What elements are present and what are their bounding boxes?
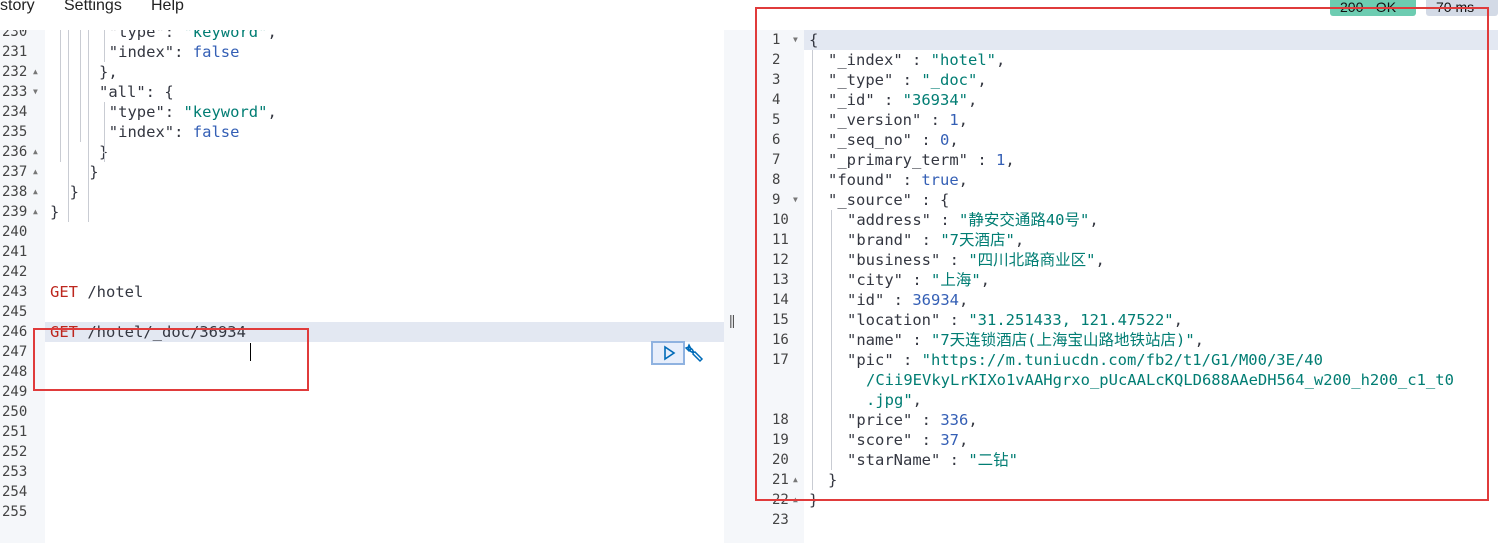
fold-up-icon[interactable]: ▲ bbox=[33, 142, 38, 162]
code-token: , bbox=[267, 103, 277, 121]
fold-up-icon[interactable]: ▲ bbox=[33, 202, 38, 222]
line-number: 242 bbox=[2, 264, 28, 280]
run-request-button[interactable] bbox=[651, 341, 685, 365]
line-number: 233 bbox=[2, 84, 28, 100]
resize-grip-icon: || bbox=[729, 312, 735, 328]
fold-up-icon[interactable]: ▲ bbox=[33, 162, 38, 182]
code-line: "type": "keyword", bbox=[109, 102, 277, 122]
indent-guide bbox=[80, 30, 81, 142]
line-number: 231 bbox=[2, 44, 28, 60]
code-token: "keyword" bbox=[183, 30, 268, 41]
code-line: } bbox=[89, 162, 98, 182]
line-number: 250 bbox=[2, 404, 28, 420]
code-token: : bbox=[164, 30, 184, 41]
line-number: 234 bbox=[2, 104, 28, 120]
code-token: } bbox=[89, 163, 99, 181]
indent-guide bbox=[88, 30, 89, 222]
menu-settings[interactable]: Settings bbox=[64, 0, 122, 15]
request-options-button[interactable] bbox=[683, 341, 707, 365]
code-line: } bbox=[50, 202, 59, 222]
code-token: }, bbox=[99, 63, 118, 81]
highlight-box-request bbox=[33, 328, 309, 391]
code-line: GET /hotel bbox=[50, 282, 143, 302]
fold-up-icon[interactable]: ▲ bbox=[33, 182, 38, 202]
line-number: 239 bbox=[2, 204, 28, 220]
line-number: 246 bbox=[2, 324, 28, 340]
line-number: 254 bbox=[2, 484, 28, 500]
line-number: 251 bbox=[2, 424, 28, 440]
code-line: } bbox=[70, 182, 79, 202]
line-number: 245 bbox=[2, 304, 28, 320]
code-token: "type" bbox=[108, 30, 165, 41]
code-token: false bbox=[192, 123, 240, 141]
indent-guide bbox=[68, 30, 69, 222]
code-line: "all": { bbox=[99, 82, 174, 102]
code-token: : { bbox=[145, 83, 174, 101]
pane-resize-handle[interactable]: || bbox=[724, 30, 742, 543]
line-number: 252 bbox=[2, 444, 28, 460]
line-number: 230 bbox=[2, 30, 28, 40]
code-line: "index": false bbox=[109, 122, 240, 142]
code-token: "type" bbox=[108, 103, 165, 121]
code-token: /hotel bbox=[78, 283, 144, 301]
code-token: "all" bbox=[99, 83, 146, 101]
line-number: 255 bbox=[2, 504, 28, 520]
menu-help[interactable]: Help bbox=[151, 0, 184, 15]
code-token: } bbox=[50, 203, 60, 221]
line-number: 238 bbox=[2, 184, 28, 200]
line-number: 247 bbox=[2, 344, 28, 360]
line-number: 23 bbox=[772, 512, 789, 528]
line-number: 235 bbox=[2, 124, 28, 140]
code-token: : bbox=[174, 123, 193, 141]
wrench-icon bbox=[684, 343, 704, 363]
code-token: false bbox=[192, 43, 240, 61]
line-number: 249 bbox=[2, 384, 28, 400]
code-token: , bbox=[267, 30, 277, 41]
line-number: 248 bbox=[2, 364, 28, 380]
code-token: "index" bbox=[108, 43, 175, 61]
fold-down-icon[interactable]: ▼ bbox=[33, 82, 38, 102]
menu-history[interactable]: story bbox=[0, 0, 35, 15]
code-line: "type": "keyword", bbox=[109, 30, 277, 42]
request-editor[interactable]: 230 "type": "keyword", 231 "index": false 23… bbox=[0, 30, 724, 543]
line-number: 237 bbox=[2, 164, 28, 180]
line-number: 240 bbox=[2, 224, 28, 240]
indent-guide bbox=[104, 30, 105, 62]
code-token: : bbox=[164, 103, 184, 121]
code-token: : bbox=[174, 43, 193, 61]
line-number: 243 bbox=[2, 284, 28, 300]
code-token: "index" bbox=[108, 123, 175, 141]
indent-guide bbox=[60, 30, 61, 162]
highlight-box-response bbox=[755, 7, 1489, 501]
code-token: "keyword" bbox=[183, 103, 268, 121]
line-number: 253 bbox=[2, 464, 28, 480]
fold-up-icon[interactable]: ▲ bbox=[33, 62, 38, 82]
code-line: "index": false bbox=[109, 42, 240, 62]
line-number: 236 bbox=[2, 144, 28, 160]
code-token: GET bbox=[50, 283, 78, 301]
indent-guide bbox=[104, 102, 105, 162]
play-icon bbox=[664, 345, 676, 361]
line-number: 232 bbox=[2, 64, 28, 80]
code-line: }, bbox=[99, 62, 118, 82]
code-token: } bbox=[69, 183, 79, 201]
line-number: 241 bbox=[2, 244, 28, 260]
